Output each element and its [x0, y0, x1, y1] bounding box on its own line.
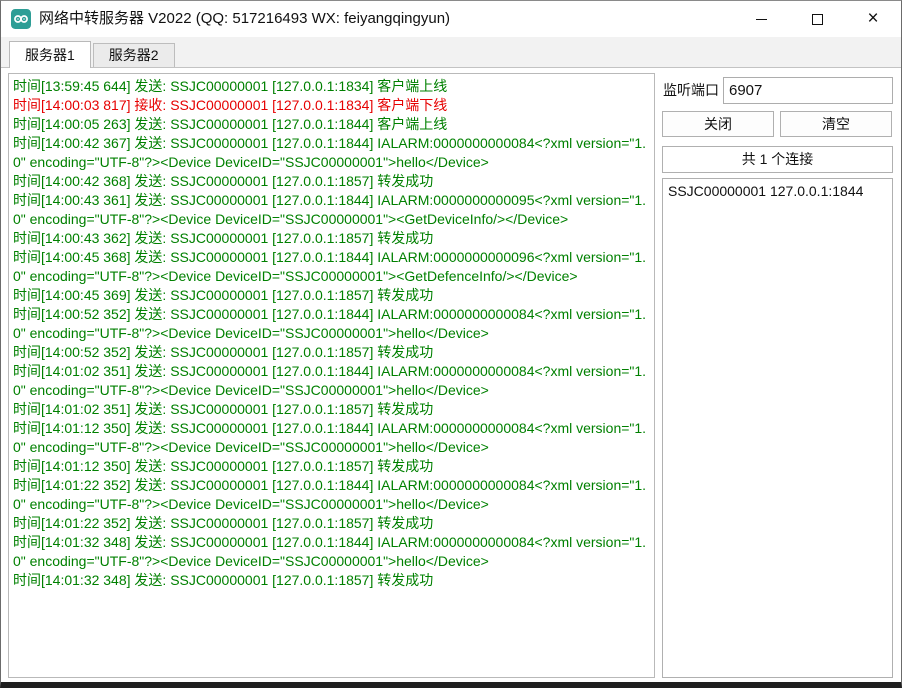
- tab-server2[interactable]: 服务器2: [93, 43, 175, 67]
- connection-count-label: 共 1 个连接: [662, 146, 893, 173]
- tab-bar: 服务器1 服务器2: [1, 37, 901, 68]
- maximize-button[interactable]: [789, 1, 845, 37]
- clear-log-button[interactable]: 清空: [780, 111, 892, 137]
- tab-server1[interactable]: 服务器1: [9, 41, 91, 68]
- close-icon: ×: [867, 9, 878, 28]
- window-title: 网络中转服务器 V2022 (QQ: 517216493 WX: feiyang…: [39, 1, 450, 37]
- log-area[interactable]: 时间[13:59:45 644] 发送: SSJC00000001 [127.0…: [8, 73, 655, 678]
- caption-buttons: ×: [733, 1, 901, 37]
- log-entry: 时间[14:01:12 350] 发送: SSJC00000001 [127.0…: [13, 419, 650, 457]
- tab-pane: 时间[13:59:45 644] 发送: SSJC00000001 [127.0…: [1, 68, 901, 682]
- log-entry: 时间[13:59:45 644] 发送: SSJC00000001 [127.0…: [13, 77, 650, 96]
- log-entry: 时间[14:01:12 350] 发送: SSJC00000001 [127.0…: [13, 457, 650, 476]
- log-entry: 时间[14:00:52 352] 发送: SSJC00000001 [127.0…: [13, 343, 650, 362]
- log-entry: 时间[14:00:03 817] 接收: SSJC00000001 [127.0…: [13, 96, 650, 115]
- log-entry: 时间[14:01:32 348] 发送: SSJC00000001 [127.0…: [13, 571, 650, 590]
- minimize-button[interactable]: [733, 1, 789, 37]
- infinity-logo-icon: [11, 9, 31, 29]
- log-entry: 时间[14:00:42 367] 发送: SSJC00000001 [127.0…: [13, 134, 650, 172]
- log-entry: 时间[14:01:02 351] 发送: SSJC00000001 [127.0…: [13, 362, 650, 400]
- minimize-icon: [756, 19, 767, 20]
- log-entry: 时间[14:01:22 352] 发送: SSJC00000001 [127.0…: [13, 514, 650, 533]
- titlebar: 网络中转服务器 V2022 (QQ: 517216493 WX: feiyang…: [1, 1, 901, 37]
- connection-list[interactable]: SSJC00000001 127.0.0.1:1844: [662, 178, 893, 678]
- close-server-button[interactable]: 关闭: [662, 111, 774, 137]
- maximize-icon: [812, 14, 823, 25]
- log-entry: 时间[14:00:05 263] 发送: SSJC00000001 [127.0…: [13, 115, 650, 134]
- app-window: 网络中转服务器 V2022 (QQ: 517216493 WX: feiyang…: [0, 0, 902, 688]
- tab-server1-label: 服务器1: [25, 47, 75, 63]
- log-entry: 时间[14:01:22 352] 发送: SSJC00000001 [127.0…: [13, 476, 650, 514]
- connection-list-item[interactable]: SSJC00000001 127.0.0.1:1844: [663, 179, 892, 203]
- tab-server2-label: 服务器2: [109, 47, 159, 63]
- listen-port-label: 监听端口: [663, 77, 719, 104]
- log-entry: 时间[14:00:43 362] 发送: SSJC00000001 [127.0…: [13, 229, 650, 248]
- log-entry: 时间[14:00:45 368] 发送: SSJC00000001 [127.0…: [13, 248, 650, 286]
- log-entry: 时间[14:00:52 352] 发送: SSJC00000001 [127.0…: [13, 305, 650, 343]
- log-entry: 时间[14:00:45 369] 发送: SSJC00000001 [127.0…: [13, 286, 650, 305]
- log-entry: 时间[14:00:42 368] 发送: SSJC00000001 [127.0…: [13, 172, 650, 191]
- log-entry: 时间[14:00:43 361] 发送: SSJC00000001 [127.0…: [13, 191, 650, 229]
- listen-port-input[interactable]: [723, 77, 893, 104]
- log-entry: 时间[14:01:32 348] 发送: SSJC00000001 [127.0…: [13, 533, 650, 571]
- close-window-button[interactable]: ×: [845, 1, 901, 37]
- log-entry: 时间[14:01:02 351] 发送: SSJC00000001 [127.0…: [13, 400, 650, 419]
